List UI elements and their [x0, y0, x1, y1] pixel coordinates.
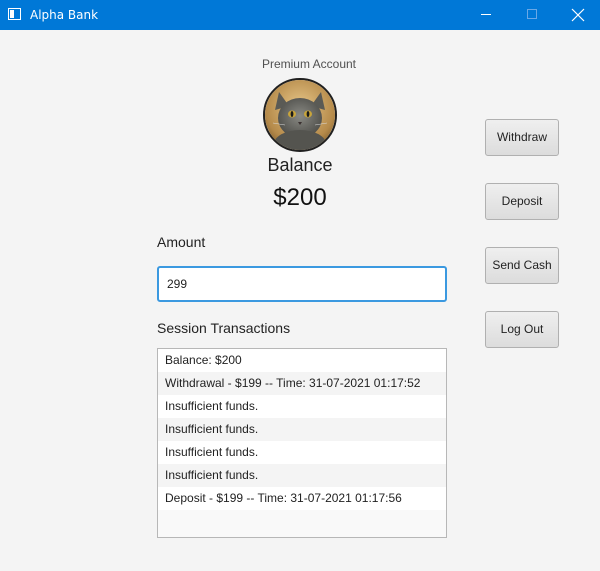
close-button[interactable]: [555, 0, 600, 30]
amount-input[interactable]: [157, 266, 447, 302]
balance-label: Balance: [267, 155, 333, 175]
send-cash-button[interactable]: Send Cash: [485, 247, 559, 284]
list-item[interactable]: Withdrawal - $199 -- Time: 31-07-2021 01…: [158, 372, 446, 395]
list-item[interactable]: Insufficient funds.: [158, 395, 446, 418]
app-window: Alpha Bank Premium Account Balance $200 …: [0, 0, 600, 571]
account-type-label: Premium Account: [261, 57, 357, 71]
close-icon: [571, 8, 585, 22]
list-item[interactable]: Insufficient funds.: [158, 464, 446, 487]
withdraw-button[interactable]: Withdraw: [485, 119, 559, 156]
maximize-button[interactable]: [509, 0, 555, 30]
list-item[interactable]: Deposit - $199 -- Time: 31-07-2021 01:17…: [158, 487, 446, 510]
balance-value: $200: [273, 184, 327, 211]
avatar: [263, 78, 337, 152]
list-item[interactable]: Insufficient funds.: [158, 418, 446, 441]
list-item[interactable]: Balance: $200: [158, 349, 446, 372]
app-window-icon: [8, 8, 21, 20]
log-out-button[interactable]: Log Out: [485, 311, 559, 348]
transactions-list[interactable]: Balance: $200 Withdrawal - $199 -- Time:…: [157, 348, 447, 538]
amount-label: Amount: [157, 234, 206, 250]
minimize-button[interactable]: [463, 0, 509, 30]
list-item[interactable]: Insufficient funds.: [158, 441, 446, 464]
title-bar[interactable]: Alpha Bank: [0, 0, 600, 30]
window-title: Alpha Bank: [30, 8, 99, 22]
session-transactions-label: Session Transactions: [157, 320, 291, 336]
cat-avatar-image: [265, 80, 335, 150]
deposit-button[interactable]: Deposit: [485, 183, 559, 220]
